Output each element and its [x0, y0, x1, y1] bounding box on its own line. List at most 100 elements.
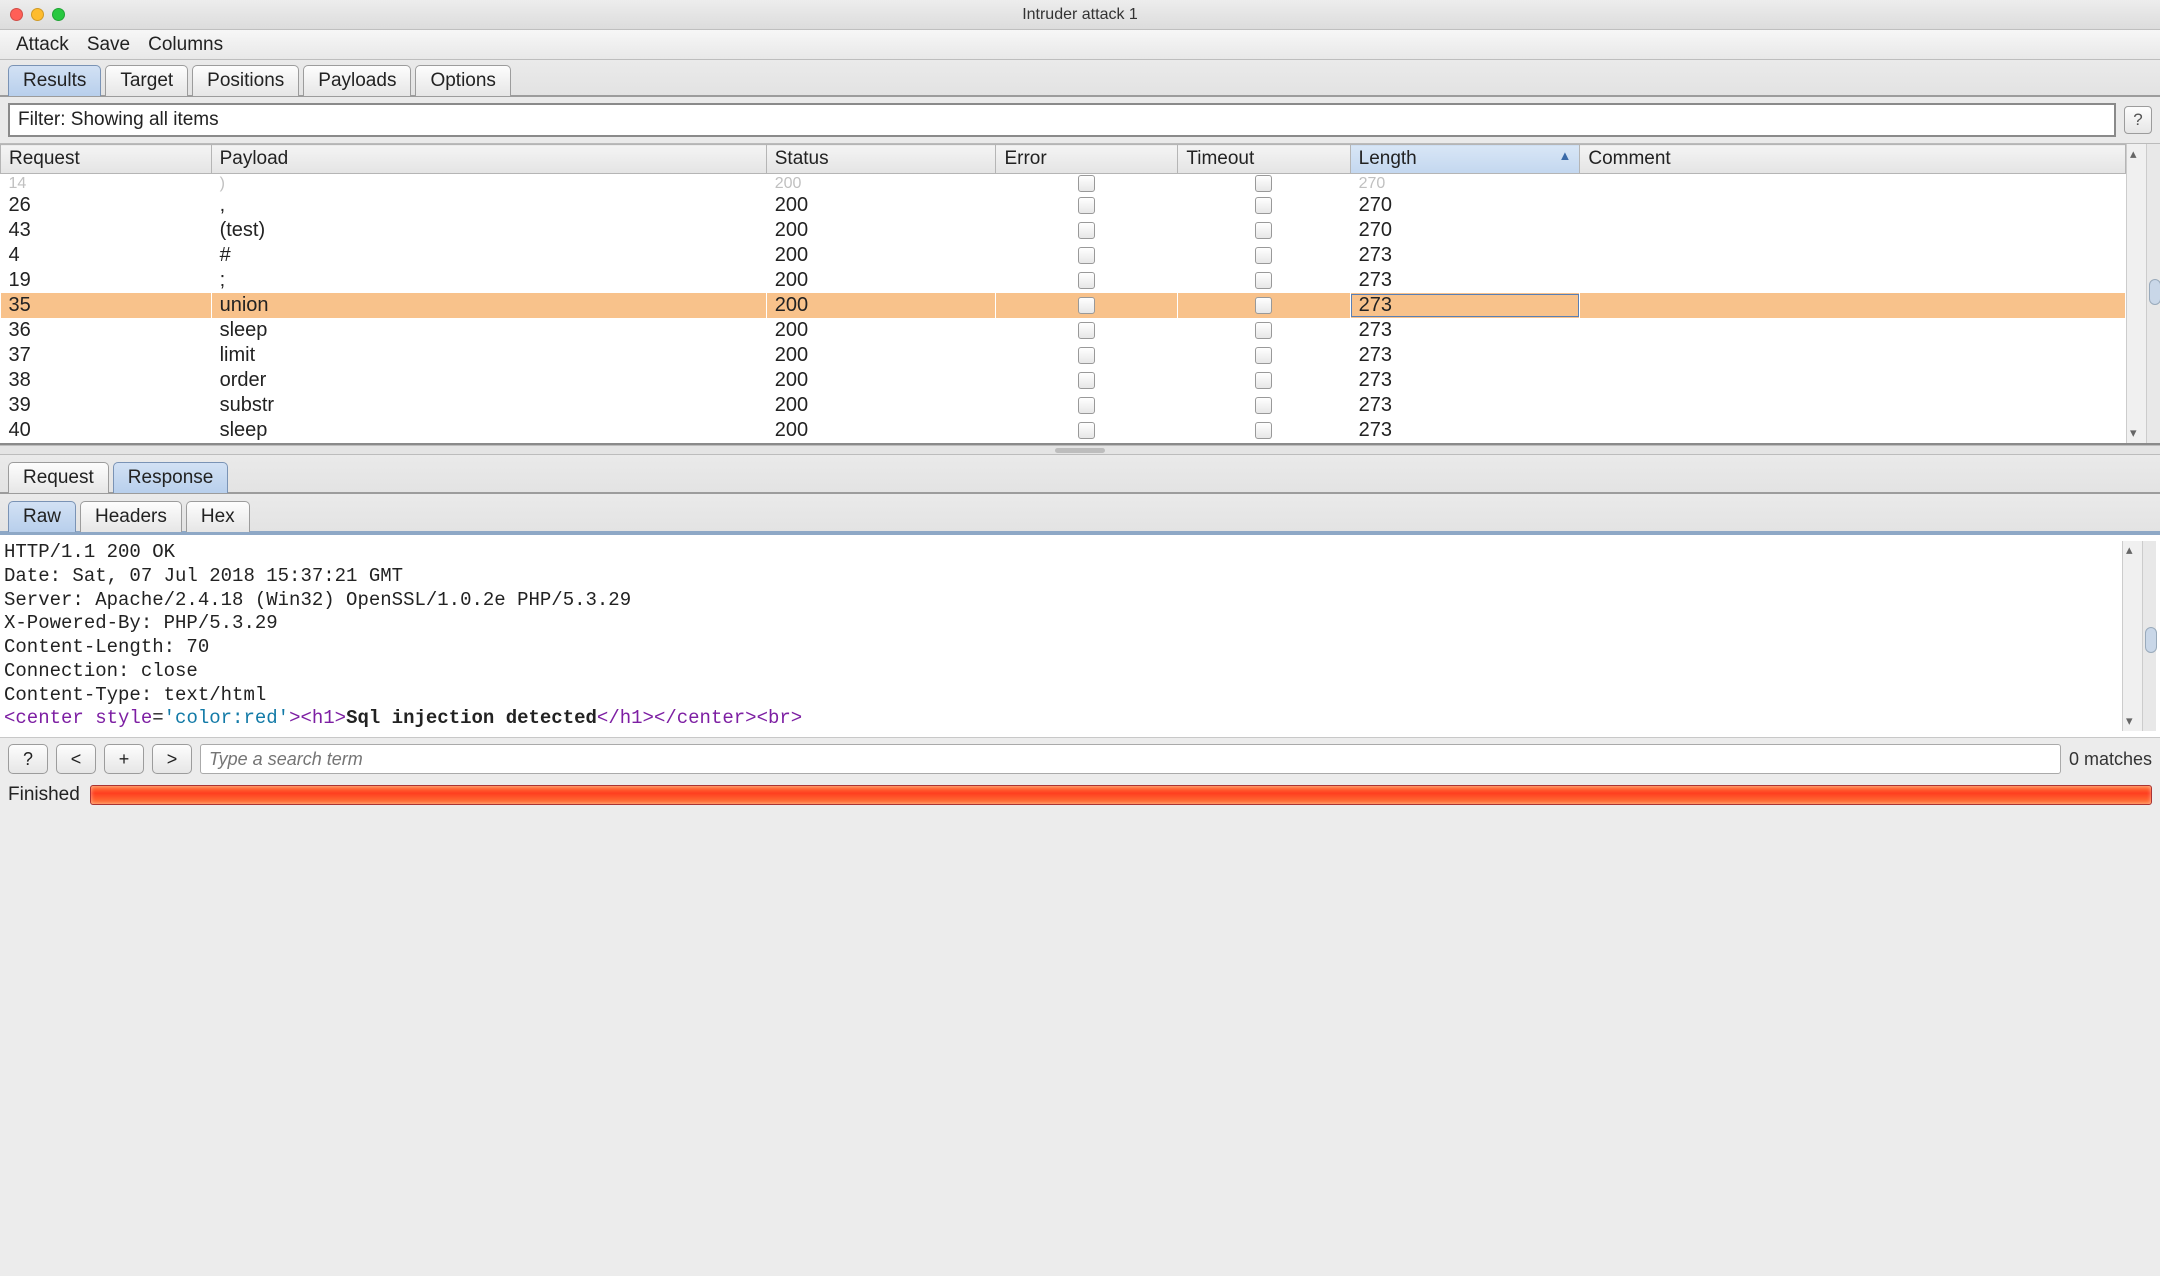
cell-comment: [1580, 243, 2126, 268]
cell-payload: (test): [211, 218, 766, 243]
col-comment[interactable]: Comment: [1580, 145, 2126, 174]
response-text[interactable]: HTTP/1.1 200 OKDate: Sat, 07 Jul 2018 15…: [4, 541, 2122, 731]
checkbox-icon[interactable]: [1078, 347, 1095, 364]
tab-raw[interactable]: Raw: [8, 501, 76, 532]
search-help-button[interactable]: ?: [8, 744, 48, 774]
checkbox-icon[interactable]: [1078, 272, 1095, 289]
table-row[interactable]: 14)200270: [1, 174, 2126, 194]
scroll-down-icon[interactable]: ▾: [2126, 714, 2133, 729]
table-row[interactable]: 35union200273: [1, 293, 2126, 318]
zoom-window-button[interactable]: [52, 8, 65, 21]
results-table-wrap: Request Payload Status Error Timeout Len…: [0, 143, 2160, 445]
cell-status: 200: [766, 343, 996, 368]
table-row[interactable]: 19;200273: [1, 268, 2126, 293]
scroll-up-icon[interactable]: ▴: [2130, 146, 2137, 162]
pane-splitter[interactable]: [0, 445, 2160, 455]
checkbox-icon[interactable]: [1255, 397, 1272, 414]
cell-timeout: [1178, 193, 1350, 218]
results-table[interactable]: Request Payload Status Error Timeout Len…: [0, 144, 2126, 443]
cell-length: 273: [1350, 393, 1580, 418]
tab-request[interactable]: Request: [8, 462, 109, 493]
response-scrollbar[interactable]: ▴ ▾: [2122, 541, 2142, 731]
minimize-window-button[interactable]: [31, 8, 44, 21]
menu-columns[interactable]: Columns: [142, 32, 229, 58]
cell-comment: [1580, 293, 2126, 318]
table-row[interactable]: 39substr200273: [1, 393, 2126, 418]
search-add-button[interactable]: +: [104, 744, 144, 774]
checkbox-icon[interactable]: [1078, 297, 1095, 314]
table-row[interactable]: 43(test)200270: [1, 218, 2126, 243]
search-prev-button[interactable]: <: [56, 744, 96, 774]
table-row[interactable]: 26,200270: [1, 193, 2126, 218]
table-scrollbar[interactable]: ▴ ▾: [2126, 144, 2146, 443]
col-length-label: Length: [1359, 148, 1417, 169]
tab-results[interactable]: Results: [8, 65, 101, 96]
response-resize-handle[interactable]: [2142, 541, 2156, 731]
table-resize-handle[interactable]: [2146, 144, 2160, 443]
tab-options[interactable]: Options: [415, 65, 510, 96]
sort-asc-icon: ▲: [1558, 148, 1571, 163]
checkbox-icon[interactable]: [1078, 222, 1095, 239]
col-timeout[interactable]: Timeout: [1178, 145, 1350, 174]
checkbox-icon[interactable]: [1078, 197, 1095, 214]
tab-payloads[interactable]: Payloads: [303, 65, 411, 96]
cell-payload: limit: [211, 343, 766, 368]
response-raw-view[interactable]: HTTP/1.1 200 OKDate: Sat, 07 Jul 2018 15…: [0, 535, 2160, 737]
tab-headers[interactable]: Headers: [80, 501, 182, 532]
checkbox-icon[interactable]: [1078, 247, 1095, 264]
search-next-button[interactable]: >: [152, 744, 192, 774]
checkbox-icon[interactable]: [1078, 422, 1095, 439]
checkbox-icon[interactable]: [1255, 247, 1272, 264]
col-error[interactable]: Error: [996, 145, 1178, 174]
checkbox-icon[interactable]: [1255, 197, 1272, 214]
cell-error: [996, 243, 1178, 268]
tab-target[interactable]: Target: [105, 65, 188, 96]
cell-status: 200: [766, 368, 996, 393]
table-row[interactable]: 36sleep200273: [1, 318, 2126, 343]
search-input[interactable]: [200, 744, 2061, 774]
close-window-button[interactable]: [10, 8, 23, 21]
checkbox-icon[interactable]: [1255, 347, 1272, 364]
tab-response[interactable]: Response: [113, 462, 229, 493]
checkbox-icon[interactable]: [1255, 422, 1272, 439]
cell-error: [996, 268, 1178, 293]
table-row[interactable]: 40sleep200273: [1, 418, 2126, 443]
cell-request: 39: [1, 393, 212, 418]
filter-help-button[interactable]: ?: [2124, 106, 2152, 134]
table-row[interactable]: 4#200273: [1, 243, 2126, 268]
progress-bar: [90, 785, 2152, 805]
cell-request: 19: [1, 268, 212, 293]
cell-timeout: [1178, 418, 1350, 443]
col-status[interactable]: Status: [766, 145, 996, 174]
checkbox-icon[interactable]: [1078, 397, 1095, 414]
cell-length: 273: [1350, 293, 1580, 318]
cell-error: [996, 193, 1178, 218]
checkbox-icon[interactable]: [1255, 272, 1272, 289]
checkbox-icon[interactable]: [1255, 222, 1272, 239]
filter-box[interactable]: Filter: Showing all items: [8, 103, 2116, 137]
cell-comment: [1580, 318, 2126, 343]
col-request[interactable]: Request: [1, 145, 212, 174]
col-payload[interactable]: Payload: [211, 145, 766, 174]
cell-payload: sleep: [211, 418, 766, 443]
cell-length: 273: [1350, 268, 1580, 293]
checkbox-icon[interactable]: [1255, 322, 1272, 339]
cell-request: 26: [1, 193, 212, 218]
tab-hex[interactable]: Hex: [186, 501, 250, 532]
checkbox-icon[interactable]: [1078, 322, 1095, 339]
cell-length: 273: [1350, 318, 1580, 343]
table-row[interactable]: 38order200273: [1, 368, 2126, 393]
cell-comment: [1580, 418, 2126, 443]
menu-save[interactable]: Save: [81, 32, 136, 58]
checkbox-icon[interactable]: [1255, 297, 1272, 314]
scroll-down-icon[interactable]: ▾: [2130, 425, 2137, 441]
checkbox-icon[interactable]: [1255, 372, 1272, 389]
col-length[interactable]: Length ▲: [1350, 145, 1580, 174]
scroll-up-icon[interactable]: ▴: [2126, 543, 2133, 558]
cell-length: 273: [1350, 368, 1580, 393]
table-row[interactable]: 37limit200273: [1, 343, 2126, 368]
tab-positions[interactable]: Positions: [192, 65, 299, 96]
menu-attack[interactable]: Attack: [10, 32, 75, 58]
checkbox-icon[interactable]: [1078, 372, 1095, 389]
search-matches-label: 0 matches: [2069, 749, 2152, 770]
